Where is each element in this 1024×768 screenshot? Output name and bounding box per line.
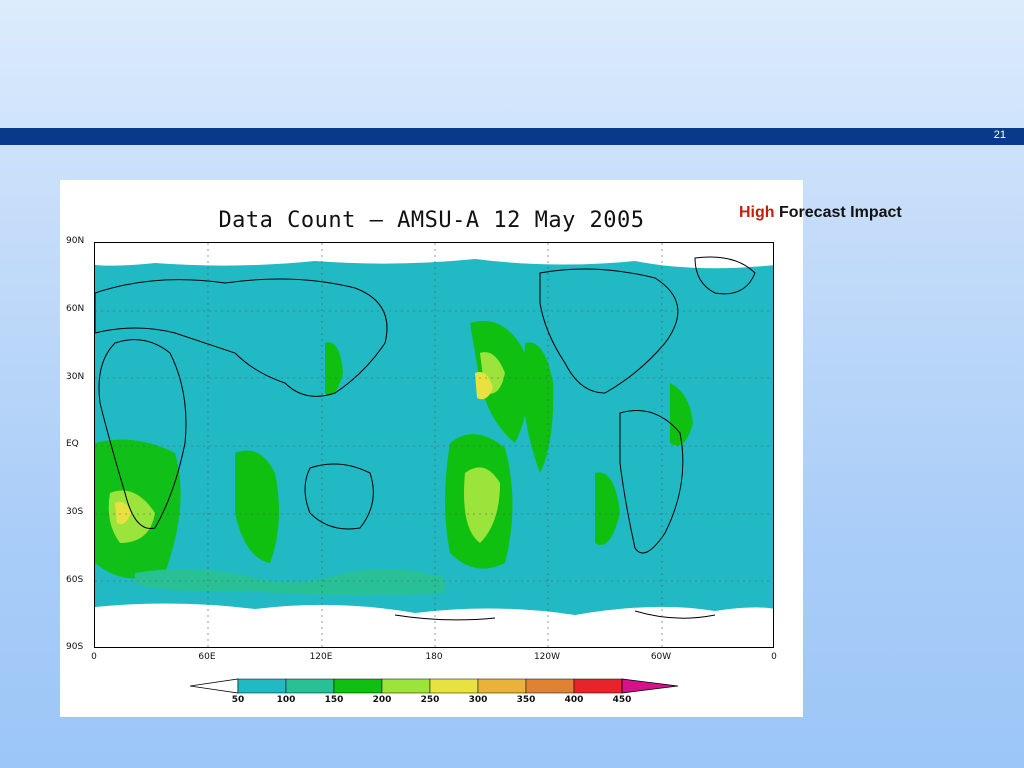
map-plot-area [94, 242, 774, 648]
x-tick-label: 0 [771, 652, 777, 662]
colorbar-label: 100 [276, 695, 296, 705]
data-band-southern-ocean [135, 569, 445, 596]
data-count-map-figure: Data Count — AMSU-A 12 May 2005 90N 60N … [60, 180, 803, 717]
colorbar-label: 300 [468, 695, 488, 705]
colorbar-segment [333, 678, 383, 694]
eurasia-outline [95, 278, 388, 397]
page-number: 21 [993, 129, 1006, 141]
colorbar-segment [573, 678, 623, 694]
colorbar-label: 250 [420, 695, 440, 705]
colorbar-label: 400 [564, 695, 584, 705]
x-tick-label: 60W [650, 652, 672, 662]
data-band-pacific-east [523, 342, 554, 473]
x-tick-label: 120W [533, 652, 561, 662]
impact-level-text: High [739, 204, 775, 221]
x-tick-label: 60E [198, 652, 216, 662]
impact-label-text: Forecast Impact [779, 204, 902, 221]
colorbar-label: 50 [231, 695, 245, 705]
coastlines [95, 256, 756, 621]
x-tick-label: 0 [91, 652, 97, 662]
y-tick-label: 30N [66, 372, 85, 382]
arctic-no-data [95, 243, 773, 269]
map-title: Data Count — AMSU-A 12 May 2005 [218, 208, 645, 233]
colorbar-segment [525, 678, 575, 694]
colorbar-segment [429, 678, 479, 694]
y-tick-label: EQ [66, 439, 79, 449]
map-svg [95, 243, 773, 647]
y-tick-label: 90N [66, 236, 85, 246]
colorbar [190, 678, 679, 694]
australia-outline [304, 463, 374, 530]
colorbar-segment [285, 678, 335, 694]
colorbar-label: 150 [324, 695, 344, 705]
antarctic-no-data [95, 603, 773, 647]
colorbar-label: 450 [612, 695, 632, 705]
colorbar-high-cap [621, 678, 679, 694]
x-tick-label: 120E [309, 652, 333, 662]
data-band-west-pacific [325, 342, 343, 396]
colorbar-low-cap [190, 678, 239, 694]
x-tick-label: 180 [425, 652, 443, 662]
data-band-south-atlantic-mid [595, 472, 620, 545]
colorbar-label: 200 [372, 695, 392, 705]
colorbar-segment [237, 678, 287, 694]
header-bar: 21 [0, 128, 1024, 145]
colorbar-label: 350 [516, 695, 536, 705]
colorbar-segment [477, 678, 527, 694]
y-tick-label: 60S [66, 575, 84, 585]
y-tick-label: 60N [66, 304, 85, 314]
data-band-atlantic-east [670, 383, 693, 446]
y-tick-label: 90S [66, 642, 84, 652]
data-band-indian [235, 450, 279, 563]
colorbar-segment [381, 678, 431, 694]
north-america-outline [539, 268, 679, 394]
forecast-impact-annotation: High Forecast Impact [739, 204, 902, 222]
y-tick-label: 30S [66, 507, 84, 517]
